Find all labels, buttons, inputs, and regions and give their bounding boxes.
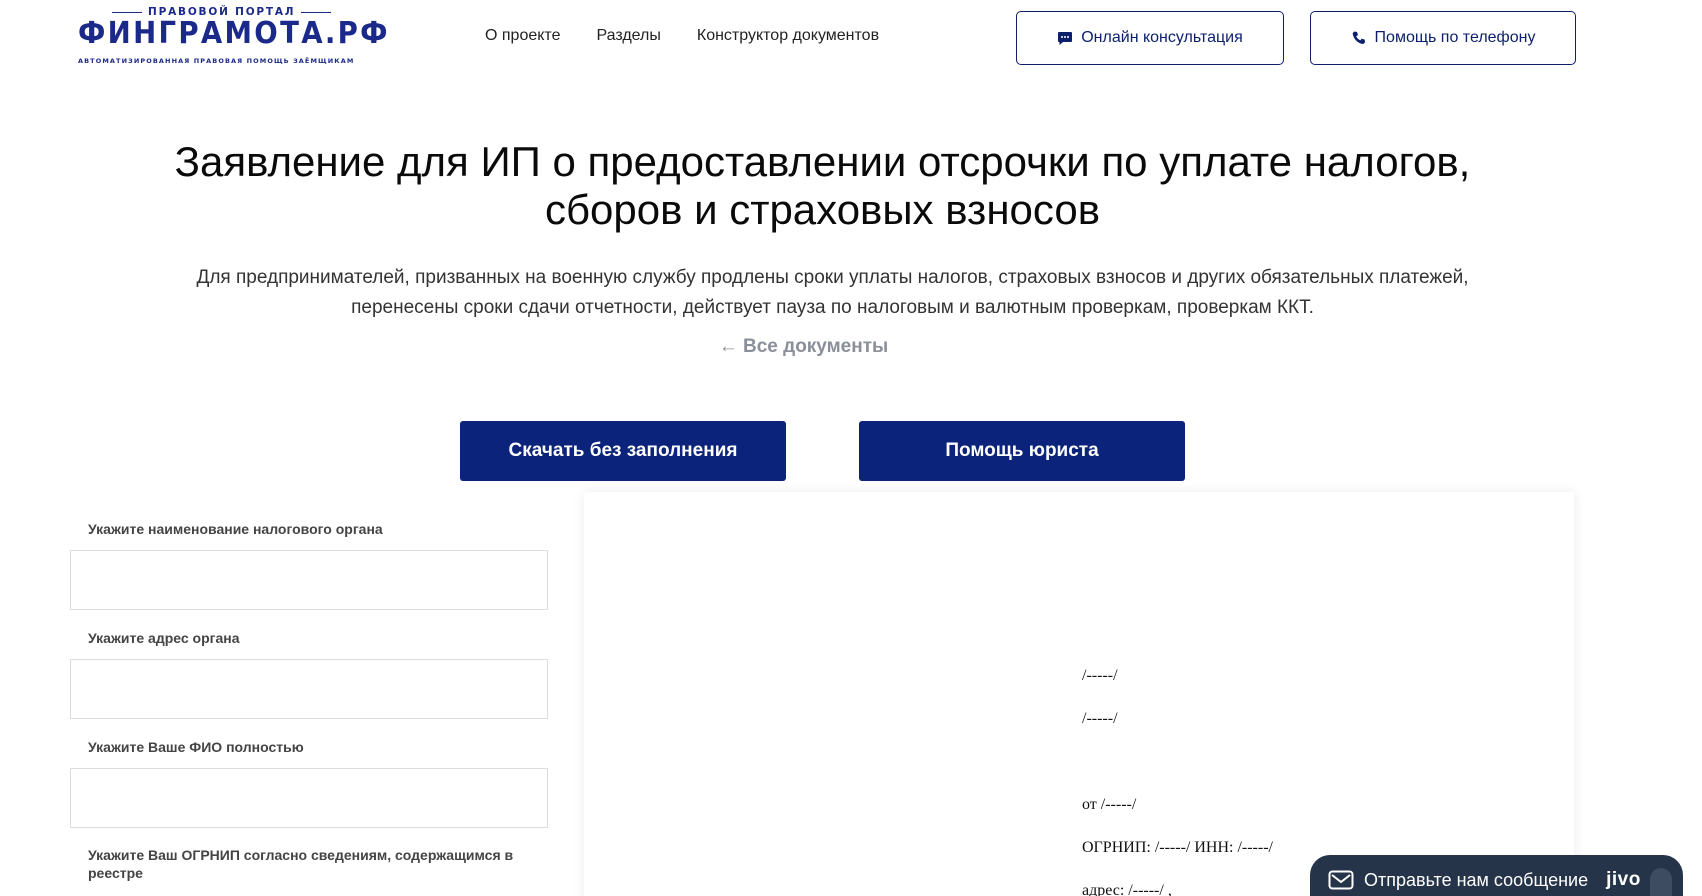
document-preview: /-----/ /-----/ от /-----/ ОГРНИП: /----…: [584, 492, 1574, 896]
page-title-line-1: Заявление для ИП о предоставлении отсроч…: [174, 138, 1471, 185]
main-nav: О проекте Разделы Конструктор документов: [485, 27, 879, 45]
page-description-line-2: перенесены сроки сдачи отчетности, дейст…: [351, 297, 1314, 318]
logo-sub-text: АВТОМАТИЗИРОВАННАЯ ПРАВОВАЯ ПОМОЩЬ ЗАЁМЩ…: [78, 57, 355, 65]
full-name-input[interactable]: [70, 768, 548, 828]
field-label-full-name: Укажите Ваше ФИО полностью: [88, 739, 304, 755]
nav-item-doc-constructor[interactable]: Конструктор документов: [697, 27, 879, 45]
chat-icon: [1058, 32, 1073, 45]
site-logo[interactable]: ПРАВОВОЙ ПОРТАЛ ФИНГРАМОТА.РФ АВТОМАТИЗИ…: [76, 6, 388, 68]
tax-authority-input[interactable]: [70, 550, 548, 610]
online-consultation-label: Онлайн консультация: [1081, 29, 1243, 46]
nav-item-about[interactable]: О проекте: [485, 27, 560, 45]
page-title: Заявление для ИП о предоставлении отсроч…: [0, 138, 1645, 234]
lawyer-help-button[interactable]: Помощь юриста: [859, 421, 1185, 481]
page-description-line-1: Для предпринимателей, призванных на воен…: [196, 267, 1469, 288]
phone-help-button[interactable]: Помощь по телефону: [1310, 11, 1576, 65]
authority-address-input[interactable]: [70, 659, 548, 719]
preview-line: от /-----/: [1082, 796, 1137, 813]
field-label-ogrnip: Укажите Ваш ОГРНИП согласно сведениям, с…: [88, 847, 514, 881]
nav-item-sections[interactable]: Разделы: [596, 27, 660, 45]
phone-help-label: Помощь по телефону: [1374, 29, 1536, 46]
jivo-chat-widget[interactable]: Отправьте нам сообщение jivo: [1310, 855, 1683, 896]
phone-icon: [1352, 31, 1365, 44]
logo-main-text: ФИНГРАМОТА.РФ: [78, 16, 390, 51]
jivo-message: Отправьте нам сообщение: [1364, 869, 1589, 890]
page-description: Для предпринимателей, призванных на воен…: [0, 263, 1665, 323]
site-header: ПРАВОВОЙ ПОРТАЛ ФИНГРАМОТА.РФ АВТОМАТИЗИ…: [0, 0, 1702, 80]
all-documents-link[interactable]: ← Все документы: [0, 336, 1607, 358]
online-consultation-button[interactable]: Онлайн консультация: [1016, 11, 1284, 65]
preview-line: /-----/: [1082, 667, 1118, 684]
download-blank-button[interactable]: Скачать без заполнения: [460, 421, 786, 481]
field-label-tax-authority: Укажите наименование налогового органа: [88, 521, 383, 537]
preview-line: ОГРНИП: /-----/ ИНН: /-----/: [1082, 839, 1273, 856]
preview-line: /-----/: [1082, 710, 1118, 727]
jivo-tab-edge: [1650, 868, 1672, 896]
field-label-authority-address: Укажите адрес органа: [88, 630, 240, 646]
page-title-line-2: сборов и страховых взносов: [544, 186, 1101, 233]
mail-icon: [1328, 870, 1354, 890]
jivo-logo: jivo: [1606, 869, 1641, 890]
preview-line: адрес: /-----/ ,: [1082, 882, 1172, 896]
